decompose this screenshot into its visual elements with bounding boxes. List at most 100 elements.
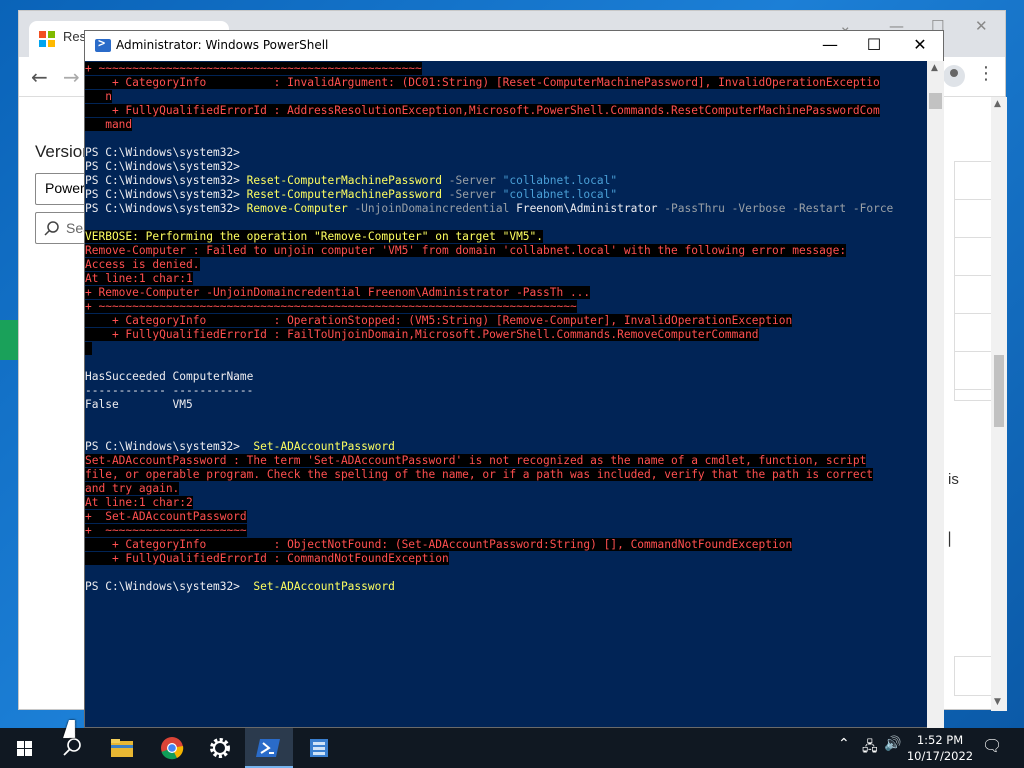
console-line: PS C:\Windows\system32> Reset-ComputerMa…: [85, 174, 927, 188]
powershell-window[interactable]: Administrator: Windows PowerShell — ☐ ✕ …: [84, 30, 944, 729]
window-title: Administrator: Windows PowerShell: [116, 38, 329, 52]
console-line: + ~~~~~~~~~~~~~~~~~~~~~~~~~~~~~~~~~~~~~~…: [85, 62, 927, 76]
forward-arrow-icon[interactable]: →: [63, 65, 80, 89]
microsoft-logo-icon: [39, 31, 55, 47]
server-manager-icon: [310, 739, 328, 757]
console-line: mand: [85, 118, 927, 132]
scrollbar-thumb[interactable]: [994, 355, 1004, 427]
console-text: At line:1 char:1: [85, 272, 193, 285]
page-text-fragment: is: [948, 471, 959, 488]
console-text: -Server: [441, 174, 503, 187]
console-output[interactable]: + ~~~~~~~~~~~~~~~~~~~~~~~~~~~~~~~~~~~~~~…: [85, 61, 927, 729]
kebab-menu-icon[interactable]: ⋮: [977, 63, 995, 84]
console-text: False VM5: [85, 398, 193, 411]
powershell-icon: [95, 36, 111, 52]
console-text: At line:1 char:2: [85, 496, 193, 509]
console-text: Reset-ComputerMachinePassword: [246, 188, 442, 201]
console-text: + Remove-Computer -UnjoinDomaincredentia…: [85, 286, 591, 299]
console-line: Set-ADAccountPassword : The term 'Set-AD…: [85, 454, 927, 468]
console-text: VERBOSE: Performing the operation "Remov…: [85, 230, 544, 243]
console-text: Remove-Computer: [246, 202, 348, 215]
minimize-button[interactable]: —: [807, 31, 853, 61]
console-text: + CategoryInfo : ObjectNotFound: (Set-AD…: [85, 538, 793, 551]
page-text-bar: |: [947, 529, 953, 547]
file-explorer-icon: [111, 739, 133, 757]
console-text: -UnjoinDomaincredential: [347, 202, 517, 215]
console-line: + CategoryInfo : InvalidArgument: (DC01:…: [85, 76, 927, 90]
powershell-titlebar[interactable]: Administrator: Windows PowerShell — ☐ ✕: [85, 31, 943, 61]
console-line: + ~~~~~~~~~~~~~~~~~~~~~~~~~~~~~~~~~~~~~~…: [85, 300, 927, 314]
maximize-button[interactable]: ☐: [851, 31, 897, 61]
console-text: + ~~~~~~~~~~~~~~~~~~~~~~~~~~~~~~~~~~~~~~…: [85, 62, 422, 75]
console-text: "collabnet.local": [502, 188, 618, 201]
network-icon[interactable]: 🖧: [862, 736, 878, 760]
console-scrollbar[interactable]: ▲: [927, 61, 944, 729]
search-icon: [44, 221, 59, 236]
settings-icon: [210, 738, 230, 758]
powershell-icon: [256, 739, 280, 757]
console-text: PS C:\Windows\system32>: [85, 174, 247, 187]
console-text: PS C:\Windows\system32>: [85, 188, 247, 201]
console-line: + Set-ADAccountPassword: [85, 510, 927, 524]
server-manager-button[interactable]: [295, 728, 343, 768]
console-line: + CategoryInfo : ObjectNotFound: (Set-AD…: [85, 538, 927, 552]
right-panel-list: [954, 161, 992, 401]
console-line: + Remove-Computer -UnjoinDomaincredentia…: [85, 286, 927, 300]
notifications-icon[interactable]: 🗨: [982, 736, 1002, 755]
back-arrow-icon[interactable]: ←: [31, 65, 48, 89]
console-text: PS C:\Windows\system32>: [85, 580, 254, 593]
desktop-icon-edge: [0, 320, 20, 360]
scroll-down-icon[interactable]: ▼: [994, 697, 1001, 707]
chrome-button[interactable]: [148, 728, 196, 768]
volume-icon[interactable]: 🔊: [884, 736, 901, 752]
console-text: PS C:\Windows\system32>: [85, 202, 247, 215]
console-line: HasSucceeded ComputerName: [85, 370, 927, 384]
scroll-up-icon[interactable]: ▲: [931, 63, 938, 73]
console-line: PS C:\Windows\system32> Set-ADAccountPas…: [85, 440, 927, 454]
console-line: PS C:\Windows\system32>: [85, 146, 927, 160]
close-button[interactable]: ✕: [897, 31, 943, 61]
close-icon[interactable]: ✕: [975, 17, 988, 35]
console-text: and try again.: [85, 482, 180, 495]
console-text: PS C:\Windows\system32>: [85, 160, 240, 173]
console-line: + FullyQualifiedErrorId : AddressResolut…: [85, 104, 927, 118]
console-text: + CategoryInfo : InvalidArgument: (DC01:…: [85, 76, 880, 89]
profile-icon[interactable]: [943, 65, 965, 87]
version-select-value: Power: [45, 180, 85, 196]
console-text: Set-ADAccountPassword: [253, 440, 395, 453]
console-text: + ~~~~~~~~~~~~~~~~~~~~~~~~~~~~~~~~~~~~~~…: [85, 300, 577, 313]
console-line: and try again.: [85, 482, 927, 496]
start-button[interactable]: [0, 728, 48, 768]
taskbar: ⌃ 🖧 🔊 1:52 PM 10/17/2022 🗨: [0, 728, 1024, 768]
console-text: n: [85, 90, 112, 103]
scrollbar-thumb[interactable]: [929, 93, 942, 109]
console-text: + FullyQualifiedErrorId : CommandNotFoun…: [85, 552, 449, 565]
console-line: [85, 342, 927, 356]
console-line: PS C:\Windows\system32> Reset-ComputerMa…: [85, 188, 927, 202]
console-text: ------------ ------------: [85, 384, 254, 397]
console-line: Remove-Computer : Failed to unjoin compu…: [85, 244, 927, 258]
chevron-up-icon[interactable]: ⌃: [838, 736, 850, 752]
console-text: [85, 342, 92, 355]
console-text: Set-ADAccountPassword: [253, 580, 395, 593]
file-explorer-button[interactable]: [98, 728, 146, 768]
console-text: Access is denied.: [85, 258, 200, 271]
console-text: Set-ADAccountPassword : The term 'Set-AD…: [85, 454, 867, 467]
console-text: "collabnet.local": [502, 174, 618, 187]
browser-scrollbar[interactable]: ▲ ▼: [991, 97, 1007, 711]
console-text: + ~~~~~~~~~~~~~~~~~~~~~: [85, 524, 247, 537]
console-text: + Set-ADAccountPassword: [85, 510, 247, 523]
scroll-up-icon[interactable]: ▲: [994, 99, 1001, 109]
console-line: + ~~~~~~~~~~~~~~~~~~~~~: [85, 524, 927, 538]
settings-button[interactable]: [196, 728, 244, 768]
powershell-taskbar-button[interactable]: [245, 728, 293, 768]
console-text: + CategoryInfo : OperationStopped: (VM5:…: [85, 314, 793, 327]
console-line: n: [85, 90, 927, 104]
console-text: PS C:\Windows\system32>: [85, 440, 254, 453]
console-line: + CategoryInfo : OperationStopped: (VM5:…: [85, 314, 927, 328]
clock[interactable]: 1:52 PM 10/17/2022: [904, 732, 976, 764]
console-text: file, or operable program. Check the spe…: [85, 468, 874, 481]
